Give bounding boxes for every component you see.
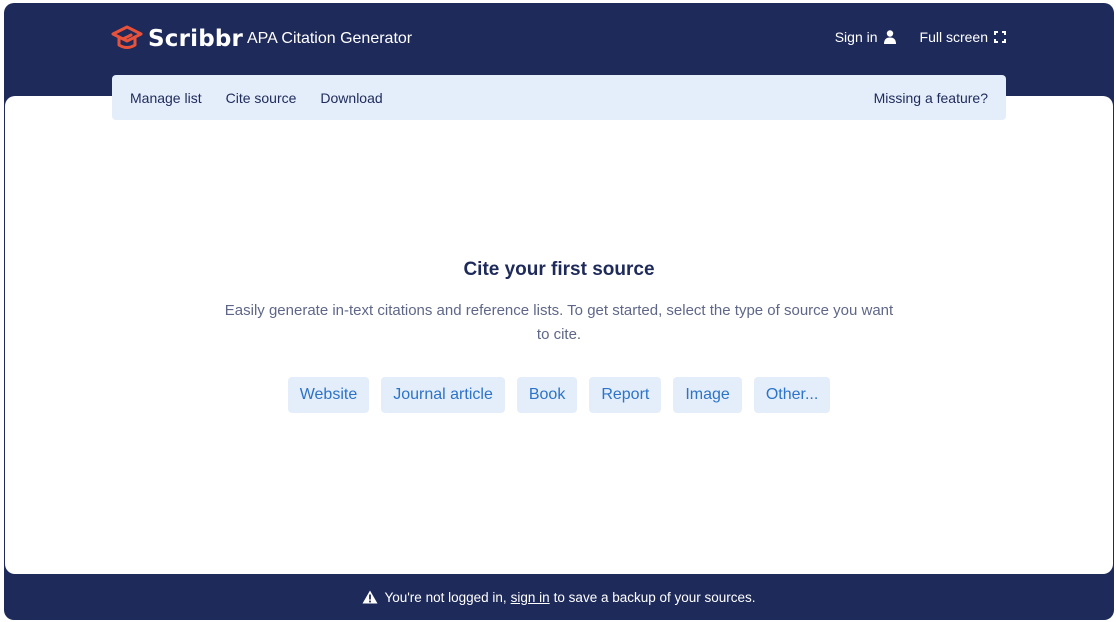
source-other-button[interactable]: Other... (753, 377, 831, 413)
notice-text-end: to save a backup of your sources. (553, 589, 756, 605)
notice-text-start: You're not logged in, (384, 589, 507, 605)
sign-in-button[interactable]: Sign in (835, 29, 896, 45)
source-type-buttons: Website Journal article Book Report Imag… (5, 377, 1113, 413)
scribbr-logo[interactable]: Scribbr (111, 25, 243, 53)
expand-icon (994, 31, 1006, 43)
full-screen-button[interactable]: Full screen (920, 29, 1006, 45)
nav-download[interactable]: Download (320, 90, 382, 106)
missing-feature-link[interactable]: Missing a feature? (874, 90, 988, 106)
app-window: Scribbr APA Citation Generator Sign in F… (4, 3, 1114, 620)
sign-in-label: Sign in (834, 29, 878, 45)
graduation-cap-icon (111, 25, 143, 49)
source-journal-article-button[interactable]: Journal article (381, 377, 505, 413)
header-actions: Sign in Full screen (835, 29, 1006, 45)
sub-navigation: Manage list Cite source Download Missing… (112, 75, 1006, 120)
source-report-button[interactable]: Report (589, 377, 662, 413)
brand-name: Scribbr (148, 26, 244, 52)
nav-manage-list[interactable]: Manage list (130, 90, 202, 106)
source-image-button[interactable]: Image (673, 377, 742, 413)
app-title: APA Citation Generator (247, 30, 413, 47)
empty-state-description: Easily generate in-text citations and re… (224, 302, 894, 343)
source-website-button[interactable]: Website (287, 377, 370, 413)
user-icon (883, 30, 896, 44)
empty-state: Cite your first source Easily generate i… (5, 259, 1113, 413)
warning-icon (362, 590, 378, 604)
empty-state-title: Cite your first source (463, 259, 655, 280)
full-screen-label: Full screen (919, 29, 988, 45)
login-notice: You're not logged in, sign in to save a … (4, 574, 1114, 620)
footer-sign-in-link[interactable]: sign in (511, 590, 550, 605)
main-card: Cite your first source Easily generate i… (5, 96, 1113, 574)
top-bar: Scribbr APA Citation Generator Sign in F… (4, 3, 1114, 75)
nav-cite-source[interactable]: Cite source (226, 90, 297, 106)
source-book-button[interactable]: Book (516, 377, 578, 413)
